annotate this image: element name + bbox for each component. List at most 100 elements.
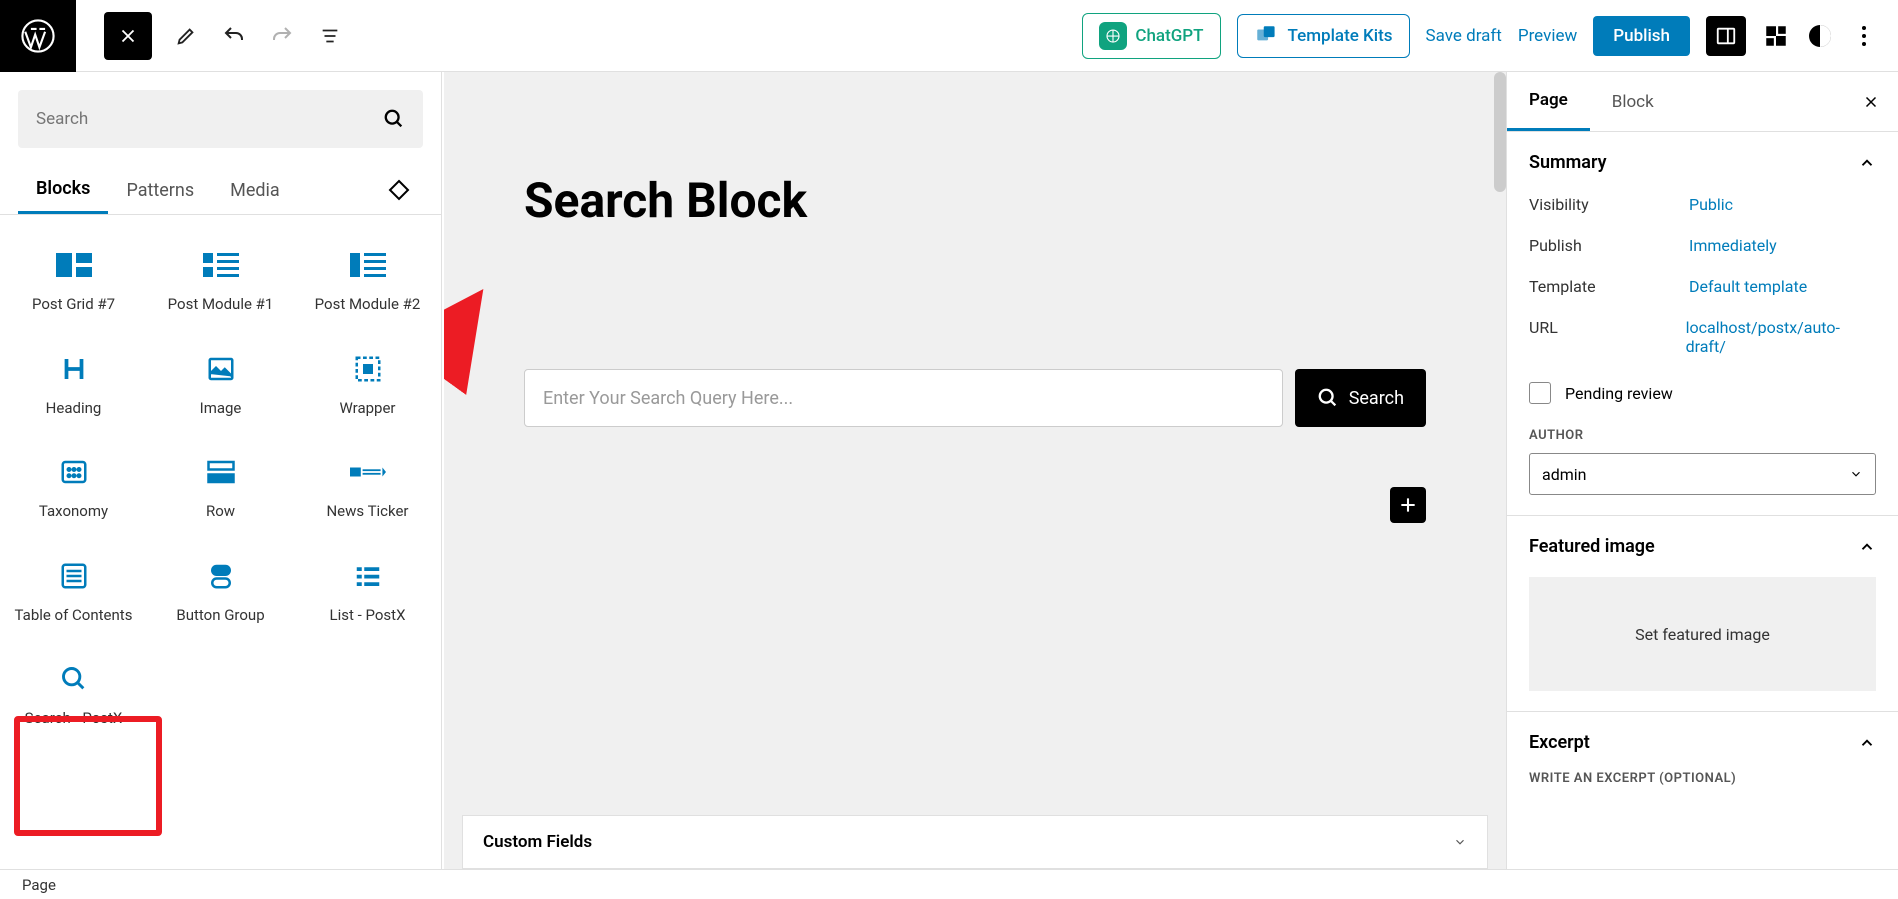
undo-icon[interactable]: [220, 22, 248, 50]
chevron-up-icon: [1858, 154, 1876, 172]
custom-fields-panel[interactable]: Custom Fields: [462, 815, 1488, 869]
publish-row: Publish Immediately: [1529, 236, 1876, 255]
save-draft-button[interactable]: Save draft: [1426, 26, 1502, 46]
list-icon: [350, 558, 386, 594]
redo-icon[interactable]: [268, 22, 296, 50]
block-label: Post Module #1: [168, 295, 274, 315]
chevron-up-icon: [1858, 734, 1876, 752]
search-block: Enter Your Search Query Here... Search: [524, 369, 1426, 427]
post-grid-icon: [56, 247, 92, 283]
template-kits-label: Template Kits: [1288, 26, 1393, 46]
chevron-down-icon: [1453, 835, 1467, 849]
block-taxonomy[interactable]: Taxonomy: [0, 436, 147, 540]
summary-toggle[interactable]: Summary: [1529, 152, 1876, 173]
close-inserter-button[interactable]: [104, 12, 152, 60]
block-grid: Post Grid #7 Post Module #1 Post Module …: [0, 215, 441, 747]
block-label: Heading: [46, 399, 102, 419]
chevron-down-icon: [1849, 467, 1863, 481]
page-title[interactable]: Search Block: [524, 172, 1426, 229]
pending-review-checkbox[interactable]: [1529, 382, 1551, 404]
block-label: Table of Contents: [15, 606, 133, 626]
template-kits-icon: [1254, 23, 1280, 49]
block-heading[interactable]: Heading: [0, 333, 147, 437]
template-value[interactable]: Default template: [1689, 277, 1807, 296]
breadcrumb[interactable]: Page: [22, 876, 56, 894]
search-icon: [1317, 387, 1339, 409]
set-featured-image-button[interactable]: Set featured image: [1529, 577, 1876, 691]
excerpt-toggle[interactable]: Excerpt: [1529, 732, 1876, 753]
postx-settings-icon[interactable]: [1762, 22, 1790, 50]
block-table-of-contents[interactable]: Table of Contents: [0, 540, 147, 644]
block-post-module-1[interactable]: Post Module #1: [147, 229, 294, 333]
template-row: Template Default template: [1529, 277, 1876, 296]
block-row[interactable]: Row: [147, 436, 294, 540]
block-label: Wrapper: [340, 399, 396, 419]
toc-icon: [56, 558, 92, 594]
block-news-ticker[interactable]: News Ticker: [294, 436, 441, 540]
canvas-scrollbar[interactable]: [1494, 72, 1506, 192]
tab-media[interactable]: Media: [212, 168, 298, 213]
block-label: Taxonomy: [39, 502, 108, 522]
author-select[interactable]: admin: [1529, 453, 1876, 495]
featured-image-toggle[interactable]: Featured image: [1529, 536, 1876, 557]
block-label: Row: [206, 502, 235, 522]
publish-button[interactable]: Publish: [1593, 16, 1690, 56]
explore-icon[interactable]: [375, 166, 423, 214]
wordpress-logo[interactable]: [0, 0, 76, 72]
featured-image-section: Featured image Set featured image: [1507, 516, 1898, 712]
visibility-value[interactable]: Public: [1689, 195, 1733, 214]
block-post-grid-7[interactable]: Post Grid #7: [0, 229, 147, 333]
yoast-icon[interactable]: [1806, 22, 1834, 50]
sidebar-tabs: Page Block: [1507, 72, 1898, 132]
news-ticker-icon: [350, 454, 386, 490]
block-label: Image: [200, 399, 242, 419]
search-button[interactable]: Search: [1295, 369, 1426, 427]
chatgpt-button[interactable]: ChatGPT: [1082, 13, 1220, 59]
block-label: Post Module #2: [315, 295, 421, 315]
editor-topbar: ChatGPT Template Kits Save draft Preview…: [0, 0, 1898, 72]
block-list-postx[interactable]: List - PostX: [294, 540, 441, 644]
pending-review-label: Pending review: [1565, 384, 1673, 403]
topbar-right: ChatGPT Template Kits Save draft Preview…: [1082, 13, 1898, 59]
more-options-icon[interactable]: [1850, 22, 1878, 50]
inserter-tabs: Blocks Patterns Media: [0, 166, 441, 215]
publish-value[interactable]: Immediately: [1689, 236, 1777, 255]
template-kits-button[interactable]: Template Kits: [1237, 14, 1410, 58]
tab-patterns[interactable]: Patterns: [108, 168, 212, 213]
add-block-button[interactable]: [1390, 487, 1426, 523]
tab-block[interactable]: Block: [1590, 74, 1676, 130]
author-label: AUTHOR: [1529, 428, 1876, 443]
block-image[interactable]: Image: [147, 333, 294, 437]
url-value[interactable]: localhost/postx/auto-draft/: [1686, 318, 1876, 356]
search-button-label: Search: [1349, 388, 1404, 409]
block-search-box[interactable]: [18, 90, 423, 148]
search-query-input[interactable]: Enter Your Search Query Here...: [524, 369, 1283, 427]
search-block-icon: [56, 661, 92, 697]
document-overview-icon[interactable]: [316, 22, 344, 50]
settings-toggle[interactable]: [1706, 16, 1746, 56]
close-sidebar-button[interactable]: [1844, 75, 1898, 129]
block-button-group[interactable]: Button Group: [147, 540, 294, 644]
preview-button[interactable]: Preview: [1518, 26, 1577, 46]
block-search-postx[interactable]: Search - PostX: [0, 643, 147, 747]
block-post-module-2[interactable]: Post Module #2: [294, 229, 441, 333]
block-label: News Ticker: [326, 502, 408, 522]
block-label: List - PostX: [330, 606, 406, 626]
chatgpt-label: ChatGPT: [1135, 26, 1203, 46]
url-row: URL localhost/postx/auto-draft/: [1529, 318, 1876, 356]
image-icon: [203, 351, 239, 387]
editor-footer: Page: [0, 869, 1898, 899]
excerpt-label: WRITE AN EXCERPT (OPTIONAL): [1529, 771, 1876, 786]
taxonomy-icon: [56, 454, 92, 490]
search-icon: [383, 108, 405, 130]
settings-sidebar: Page Block Summary Visibility Public Pub…: [1506, 72, 1898, 869]
edit-tool-icon[interactable]: [172, 22, 200, 50]
block-inserter-panel: Blocks Patterns Media Post Grid #7 Post …: [0, 72, 442, 870]
tab-blocks[interactable]: Blocks: [18, 166, 108, 214]
block-search-input[interactable]: [36, 109, 383, 129]
block-label: Post Grid #7: [32, 295, 115, 315]
tab-page[interactable]: Page: [1507, 72, 1590, 131]
chatgpt-icon: [1099, 22, 1127, 50]
block-wrapper[interactable]: Wrapper: [294, 333, 441, 437]
editor-canvas: Search Block Enter Your Search Query Her…: [444, 72, 1506, 869]
